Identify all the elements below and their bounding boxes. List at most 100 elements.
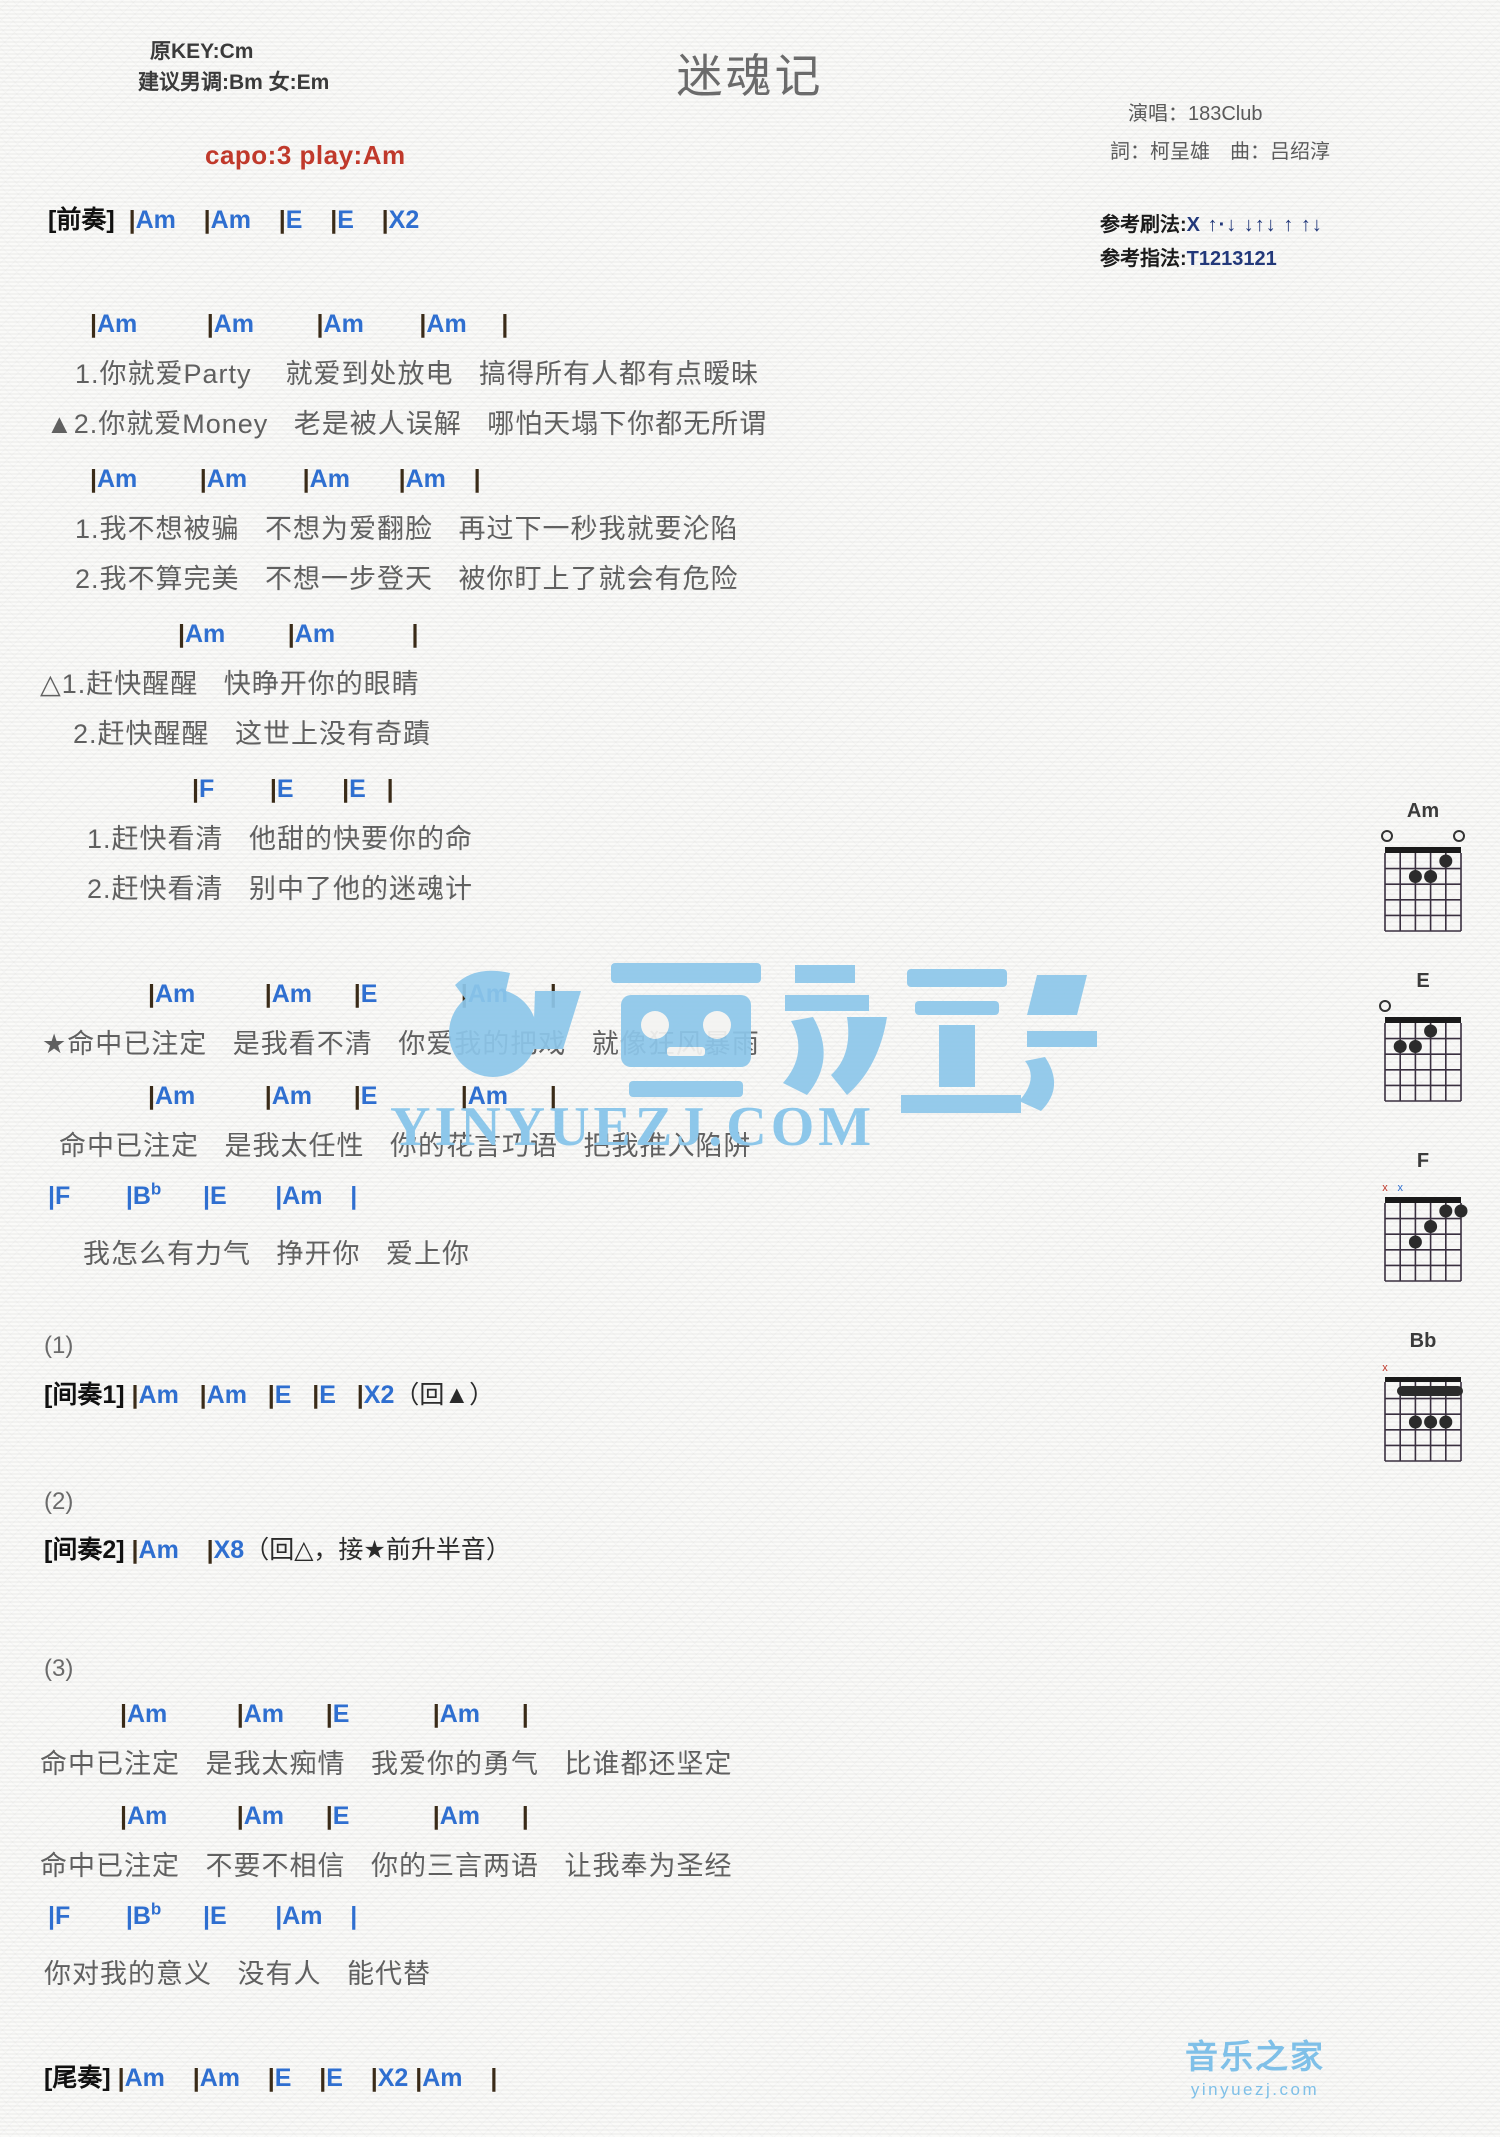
credits-block: 演唱：183Club 詞：柯呈雄 曲：吕绍淳	[1110, 95, 1330, 171]
bar-separator: |	[325, 1802, 333, 1830]
lyric-row: 1.我不想被骗 不想为爱翻脸 再过下一秒我就要沦陷	[58, 514, 739, 544]
chord-row: |Am |Am |	[178, 620, 419, 648]
lyric-row: 2.我不算完美 不想一步登天 被你盯上了就会有危险	[58, 564, 739, 594]
bar-separator: |	[473, 465, 481, 493]
bar-separator: |	[501, 310, 509, 338]
bar-separator: |	[386, 775, 394, 803]
chord-diagram-name: Bb	[1409, 1330, 1437, 1352]
lyric-row: 1.你就爱Party 就爱到处放电 搞得所有人都有点暧昧	[58, 359, 760, 389]
reference-patterns: 参考刷法:X ↑·↓ ↓↑↓ ↑ ↑↓ 参考指法:T1213121	[1100, 208, 1323, 276]
bar-separator: |	[203, 206, 211, 234]
capo-info: capo:3 play:Am	[205, 140, 406, 170]
bar-separator: |	[269, 775, 277, 803]
bar-separator: |	[264, 1082, 272, 1110]
bar-separator: |	[342, 775, 350, 803]
interlude2-note: （回△，接★前升半音）	[244, 1536, 511, 1564]
chord-sheet-page: 原KEY:Cm 建议男调:Bm 女:Em capo:3 play:Am 迷魂记 …	[0, 0, 1500, 2137]
intro-chords: |Am |Am |E |E |X2	[128, 206, 420, 234]
bar-separator: |	[330, 206, 338, 234]
bar-separator: |	[549, 980, 557, 1008]
outro-chords: |Am |Am |E |E |X2 |Am |	[117, 2064, 498, 2092]
bar-separator: |	[460, 980, 468, 1008]
bar-separator: |	[381, 206, 389, 234]
interlude2-row: [间奏2] |Am |X8（回△，接★前升半音）	[44, 1530, 511, 1566]
bar-separator: |	[148, 1082, 155, 1110]
bar-separator: |	[521, 1802, 529, 1830]
chord-diagram-am: Am	[1368, 800, 1478, 935]
bar-separator: |	[267, 1381, 275, 1409]
chord-row: |F |Bb |E |Am |	[48, 1179, 358, 1210]
finger-pattern-value: T1213121	[1186, 248, 1277, 270]
interlude2-label: [间奏2]	[44, 1536, 125, 1564]
lyric-row: ★命中已注定 是我看不清 你爱我的把戏 就像狂风暴雨	[42, 1029, 760, 1059]
outro-label: [尾奏]	[44, 2064, 111, 2092]
bar-separator: |	[316, 310, 324, 338]
chord-row: |Am |Am |E |Am |	[120, 1700, 529, 1728]
finger-pattern-label: 参考指法:	[1100, 248, 1187, 270]
bar-separator: |	[370, 2064, 378, 2092]
bar-separator: |	[199, 1381, 207, 1409]
strum-pattern-value: X ↑·↓ ↓↑↓ ↑ ↑↓	[1186, 214, 1323, 236]
finger-pattern-row: 参考指法:T1213121	[1100, 242, 1323, 276]
chord-row: |F |Bb |E |Am |	[48, 1899, 358, 1930]
bar-separator: |	[178, 620, 185, 648]
chord-row: |Am |Am |E |Am |	[148, 1082, 557, 1110]
bar-separator: |	[199, 465, 207, 493]
bar-separator: |	[419, 310, 427, 338]
bar-separator: |	[411, 620, 419, 648]
svg-text:x: x	[1382, 1362, 1388, 1374]
chord-diagram-f: F x x	[1368, 1150, 1478, 1285]
lyric-row: 2.赶快看清 别中了他的迷魂计	[70, 874, 474, 904]
bar-separator: |	[236, 1700, 244, 1728]
intro-label: [前奏]	[48, 206, 115, 234]
bar-separator: |	[120, 1802, 127, 1830]
interlude1-note: （回▲）	[394, 1381, 495, 1409]
bar-separator: |	[353, 1082, 361, 1110]
bar-separator: |	[521, 1700, 529, 1728]
chord-row: |F |E |E |	[192, 775, 394, 803]
strum-pattern-label: 参考刷法:	[1100, 214, 1187, 236]
section-number: (2)	[44, 1488, 74, 1515]
interlude1-row: [间奏1] |Am |Am |E |E |X2（回▲）	[44, 1375, 494, 1411]
singer-credit: 演唱：183Club	[1128, 103, 1263, 125]
lyric-row: △1.赶快醒醒 快睁开你的眼睛	[40, 669, 420, 699]
footer-logo-domain: yinyuezj.com	[1190, 2080, 1320, 2099]
bar-separator: |	[206, 1536, 214, 1564]
bar-separator: |	[432, 1802, 440, 1830]
flat-symbol: b	[150, 1179, 162, 1199]
chord-row: |Am |Am |E |Am |	[148, 980, 557, 1008]
chord-row: |Am |Am |Am |Am |	[90, 465, 481, 493]
bar-separator: |	[206, 310, 214, 338]
bar-separator: |	[192, 775, 199, 803]
svg-text:x: x	[1382, 1182, 1388, 1194]
lyric-row: 1.赶快看清 他甜的快要你的命	[70, 824, 474, 854]
section-number: (1)	[44, 1332, 74, 1359]
lyric-row: 2.赶快醒醒 这世上没有奇蹟	[56, 719, 432, 749]
intro-row: [前奏] |Am |Am |E |E |X2	[48, 200, 419, 236]
bar-separator: |	[236, 1802, 244, 1830]
bar-separator: |	[432, 1700, 440, 1728]
chord-diagram-grid: x	[1382, 1362, 1463, 1462]
bar-separator: |	[356, 1381, 364, 1409]
lyric-row: 命中已注定 是我太痴情 我爱你的勇气 比谁都还坚定	[40, 1749, 733, 1779]
chord-diagram-name: Am	[1406, 800, 1440, 822]
chord-diagram-name: E	[1416, 970, 1430, 992]
bar-separator: |	[490, 2064, 498, 2092]
chord-diagram-name: F	[1416, 1150, 1430, 1172]
chord-diagram-grid	[1379, 1000, 1462, 1102]
lyric-row: 命中已注定 是我太任性 你的花言巧语 把我推入陷阱	[42, 1131, 752, 1161]
bar-separator: |	[267, 2064, 275, 2092]
bar-separator: |	[131, 1536, 139, 1564]
chord-diagram-grid	[1381, 830, 1465, 932]
bar-separator: |	[117, 2064, 125, 2092]
lyric-row: 你对我的意义 没有人 能代替	[44, 1959, 432, 1989]
interlude2-chords: |Am |X8	[131, 1536, 245, 1564]
interlude1-chords: |Am |Am |E |E |X2	[131, 1381, 395, 1409]
bar-separator: |	[264, 980, 272, 1008]
bar-separator: |	[148, 980, 155, 1008]
chord-diagram-bb: Bb x	[1368, 1330, 1478, 1465]
bar-separator: |	[90, 465, 97, 493]
bar-separator: |	[353, 980, 361, 1008]
bar-separator: |	[549, 1082, 557, 1110]
lyric-row: 我怎么有力气 挣开你 爱上你	[66, 1239, 471, 1269]
